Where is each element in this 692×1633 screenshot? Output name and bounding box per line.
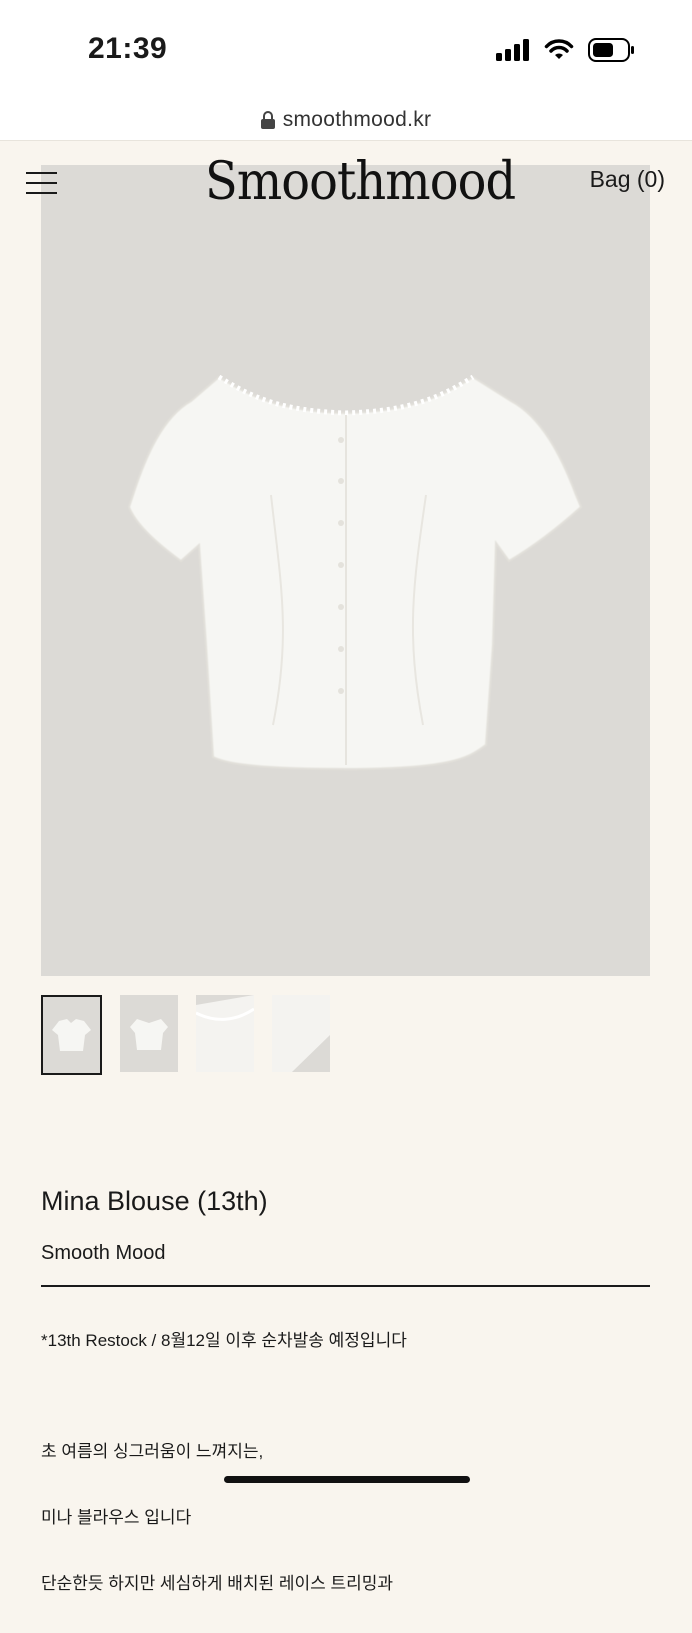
site-logo[interactable]: Smoothmood (205, 152, 516, 212)
thumbnail-4[interactable] (272, 995, 330, 1072)
url-text: smoothmood.kr (282, 108, 432, 131)
thumbnail-image (272, 995, 330, 1072)
thumbnail-1[interactable] (41, 995, 102, 1075)
restock-notice: *13th Restock / 8월12일 이후 순차발송 예정입니다 (41, 1331, 407, 1350)
description-line: 단순한듯 하지만 세심하게 배치된 레이스 트리밍과 (41, 1574, 394, 1593)
thumbnail-2[interactable] (120, 995, 178, 1072)
blouse-illustration (127, 374, 583, 771)
description-line: 초 여름의 싱그러움이 느껴지는, (41, 1442, 264, 1461)
thumbnail-image (130, 1019, 168, 1050)
divider (41, 1285, 650, 1287)
thumbnail-strip (41, 995, 330, 1075)
signal-icon (496, 39, 529, 61)
status-icons (496, 38, 634, 62)
product-brand: Smooth Mood (41, 1242, 166, 1264)
lock-icon (260, 111, 275, 129)
status-time: 21:39 (88, 32, 168, 65)
battery-icon (588, 38, 634, 62)
thumbnail-3[interactable] (196, 995, 254, 1072)
product-description: 초 여름의 싱그러움이 느껴지는, 미나 블라우스 입니다 단순한듯 하지만 세… (41, 1402, 393, 1633)
thumbnail-image (52, 1019, 91, 1051)
thumbnail-image (196, 995, 254, 1072)
product-main-image[interactable] (41, 165, 650, 976)
description-line: 미나 블라우스 입니다 (41, 1508, 192, 1527)
address-bar[interactable]: smoothmood.kr (0, 100, 692, 141)
menu-icon[interactable] (26, 172, 57, 198)
home-indicator[interactable] (224, 1476, 470, 1483)
wifi-icon (544, 39, 574, 59)
bag-link[interactable]: Bag (0) (590, 166, 665, 193)
site-header: Smoothmood Bag (0) (0, 140, 692, 230)
status-bar: 21:39 (0, 0, 692, 100)
product-title: Mina Blouse (13th) (41, 1186, 268, 1216)
